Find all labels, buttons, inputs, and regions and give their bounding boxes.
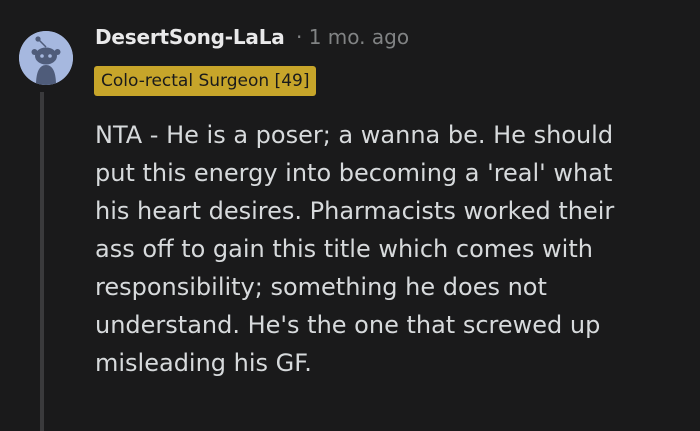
comment: DesertSong-LaLa · 1 mo. ago Colo-rectal … — [0, 0, 700, 431]
comment-body-line: ass off to gain this title which comes w… — [95, 235, 593, 263]
comment-body: NTA - He is a poser; a wanna be. He shou… — [95, 116, 685, 382]
thread-collapse-line[interactable] — [40, 92, 44, 431]
comment-body-line: put this energy into becoming a 'real' w… — [95, 159, 613, 187]
comment-body-line: his heart desires. Pharmacists worked th… — [95, 197, 615, 225]
meta-separator: · — [296, 25, 303, 49]
comment-timestamp[interactable]: 1 mo. ago — [309, 25, 409, 49]
comment-body-line: misleading his GF. — [95, 349, 312, 377]
comment-body-line: NTA - He is a poser; a wanna be. He shou… — [95, 121, 614, 149]
comment-meta: · 1 mo. ago — [296, 25, 409, 49]
comment-body-line: responsibility; something he does not — [95, 273, 547, 301]
avatar[interactable] — [19, 31, 73, 85]
reddit-snoo-avatar-icon — [19, 31, 73, 85]
user-flair-badge: Colo-rectal Surgeon [49] — [94, 66, 317, 96]
comment-author[interactable]: DesertSong-LaLa — [95, 25, 285, 49]
comment-body-line: understand. He's the one that screwed up — [95, 311, 601, 339]
